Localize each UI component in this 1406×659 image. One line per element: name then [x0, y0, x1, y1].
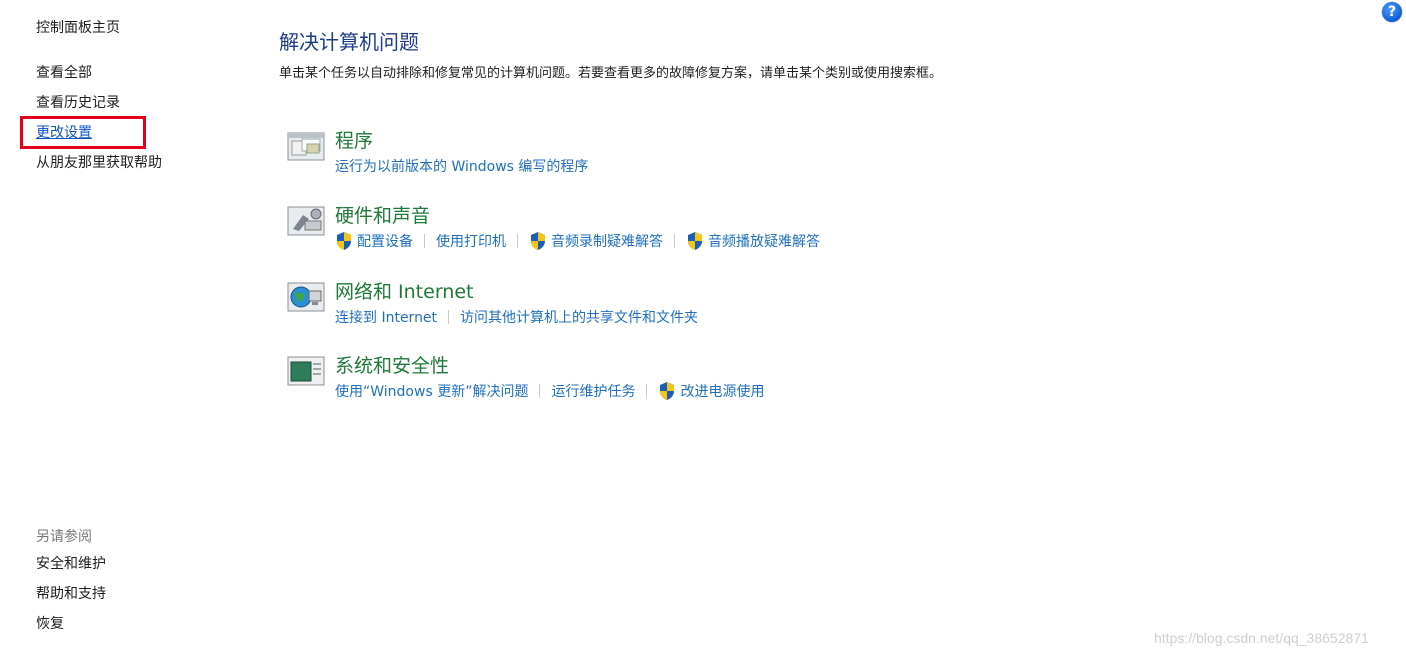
link-separator — [424, 234, 425, 248]
link-access-shared-files[interactable]: 访问其他计算机上的共享文件和文件夹 — [460, 307, 698, 327]
link-improve-power-usage[interactable]: 改进电源使用 — [658, 381, 764, 401]
link-label: 改进电源使用 — [680, 384, 765, 400]
see-also-recovery[interactable]: 恢复 — [36, 615, 64, 633]
category-links: 配置设备 使用打印机 音频录制疑难解答 音频播放疑难解答 — [335, 231, 820, 251]
page-title: 解决计算机问题 — [279, 30, 419, 54]
category-title[interactable]: 系统和安全性 — [335, 351, 449, 378]
page-description: 单击某个任务以自动排除和修复常见的计算机问题。若要查看更多的故障修复方案，请单击… — [279, 66, 943, 81]
programs-icon — [287, 132, 325, 161]
link-audio-playback-troubleshoot[interactable]: 音频播放疑难解答 — [686, 231, 820, 251]
link-separator — [448, 310, 450, 324]
highlight-box — [20, 116, 146, 149]
link-label: 音频播放疑难解答 — [708, 234, 820, 250]
category-links: 连接到 Internet 访问其他计算机上的共享文件和文件夹 — [335, 307, 698, 327]
sidebar-item-control-panel-home[interactable]: 控制面板主页 — [36, 19, 120, 37]
link-separator — [674, 234, 675, 248]
hardware-sound-icon — [287, 206, 325, 236]
uac-shield-icon — [531, 232, 545, 250]
link-label: 运行维护任务 — [551, 384, 636, 400]
sidebar-item-view-history[interactable]: 查看历史记录 — [36, 94, 120, 112]
link-run-maintenance[interactable]: 运行维护任务 — [551, 381, 635, 401]
category-title[interactable]: 程序 — [335, 126, 373, 153]
link-connect-internet[interactable]: 连接到 Internet — [335, 307, 437, 327]
link-label: 访问其他计算机上的共享文件和文件夹 — [460, 310, 699, 326]
see-also-security-maintenance[interactable]: 安全和维护 — [36, 555, 106, 573]
watermark: https://blog.csdn.net/qq_38652871 — [1154, 630, 1369, 646]
link-label: 使用“Windows 更新”解决问题 — [335, 384, 529, 400]
link-label: 音频录制疑难解答 — [551, 234, 663, 250]
sidebar-item-view-all[interactable]: 查看全部 — [36, 64, 92, 82]
link-separator — [517, 234, 518, 248]
uac-shield-icon — [337, 232, 351, 250]
sidebar: 控制面板主页 查看全部 查看历史记录 更改设置 从朋友那里获取帮助 另请参阅 安… — [0, 0, 240, 659]
link-separator — [646, 384, 648, 398]
see-also-heading: 另请参阅 — [36, 529, 92, 545]
see-also-help-support[interactable]: 帮助和支持 — [36, 585, 106, 603]
link-separator — [539, 384, 541, 398]
category-links: 运行为以前版本的 Windows 编写的程序 — [335, 156, 588, 176]
link-label: 配置设备 — [357, 234, 413, 250]
help-icon[interactable]: ? — [1382, 2, 1402, 22]
network-icon — [287, 282, 325, 312]
link-label: 运行为以前版本的 Windows 编写的程序 — [335, 159, 589, 175]
link-configure-device[interactable]: 配置设备 — [335, 231, 413, 251]
category-links: 使用“Windows 更新”解决问题 运行维护任务 改进电源使用 — [335, 381, 764, 401]
link-audio-recording-troubleshoot[interactable]: 音频录制疑难解答 — [529, 231, 663, 251]
system-security-icon — [287, 356, 325, 386]
category-title[interactable]: 网络和 Internet — [335, 277, 473, 304]
category-title[interactable]: 硬件和声音 — [335, 201, 430, 228]
link-run-older-programs[interactable]: 运行为以前版本的 Windows 编写的程序 — [335, 156, 588, 176]
link-label: 使用打印机 — [436, 234, 506, 250]
sidebar-item-get-help-from-friend[interactable]: 从朋友那里获取帮助 — [36, 154, 162, 172]
uac-shield-icon — [660, 382, 675, 400]
uac-shield-icon — [688, 232, 702, 250]
link-label: 连接到 Internet — [335, 310, 438, 326]
troubleshooting-window: 控制面板主页 查看全部 查看历史记录 更改设置 从朋友那里获取帮助 另请参阅 安… — [0, 0, 1406, 659]
link-use-printer[interactable]: 使用打印机 — [436, 231, 506, 251]
link-windows-update-troubleshoot[interactable]: 使用“Windows 更新”解决问题 — [335, 381, 528, 401]
